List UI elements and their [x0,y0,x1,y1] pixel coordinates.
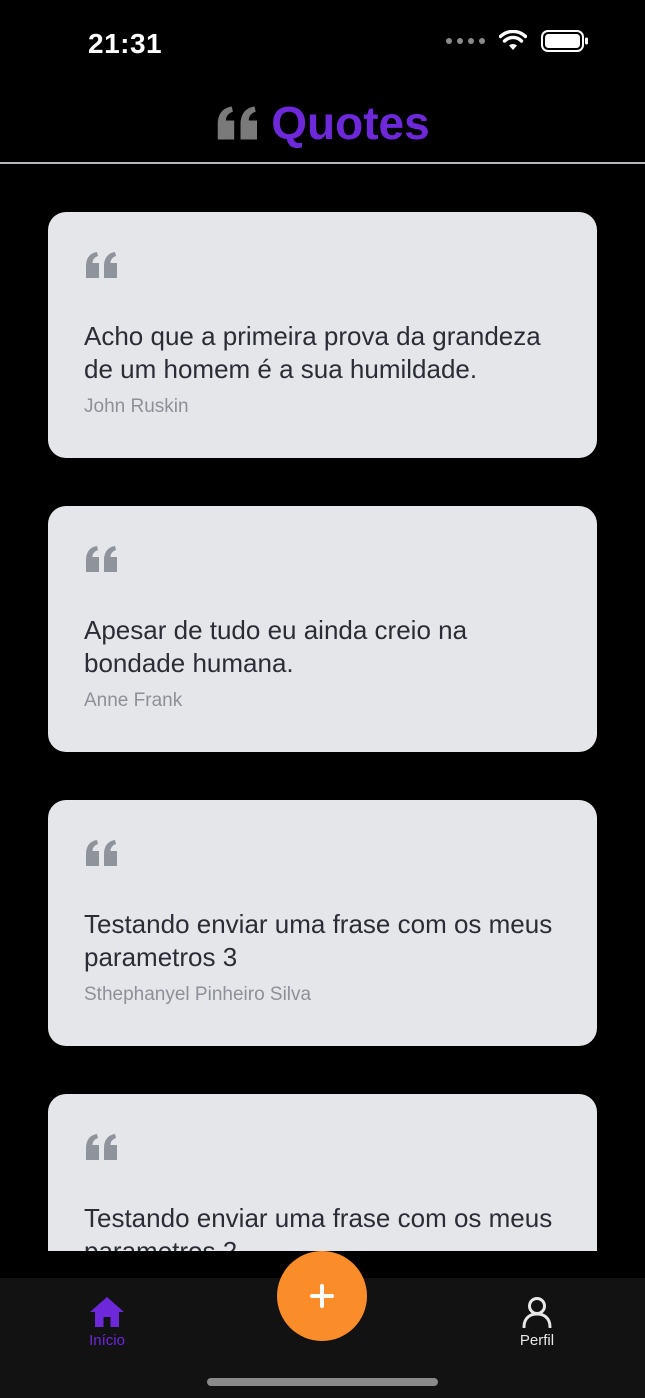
home-icon [90,1297,124,1327]
wifi-icon [499,30,527,50]
tab-profile-label: Perfil [519,1332,555,1349]
quote-left-icon [86,546,117,572]
quote-card[interactable]: Testando enviar uma frase com os meus pa… [48,1094,597,1251]
quote-left-icon [86,840,117,866]
cellular-signal-icon [446,38,485,44]
quote-text: Acho que a primeira prova da grandeza de… [84,321,541,384]
tab-home-label: Início [89,1332,125,1349]
quote-author: John Ruskin [84,396,189,417]
status-icons [446,30,589,52]
status-bar: 21:31 [0,0,645,88]
quote-left-icon [86,252,117,278]
quote-card[interactable]: Apesar de tudo eu ainda creio na bondade… [48,506,597,752]
app-screen: 21:31 Quotes Acho que a primeira prova d… [0,0,645,1398]
user-icon [522,1297,552,1328]
quote-feed[interactable]: Acho que a primeira prova da grandeza de… [0,164,645,1251]
page-title: Quotes [271,97,430,149]
status-time: 21:31 [88,28,163,59]
quote-card[interactable]: Testando enviar uma frase com os meus pa… [48,800,597,1046]
home-indicator[interactable] [207,1378,438,1386]
quote-text: Testando enviar uma frase com os meus pa… [84,909,553,972]
quote-left-icon [217,106,258,140]
tab-profile[interactable]: Perfil [487,1296,587,1349]
quote-text: Testando enviar uma frase com os meus pa… [84,1203,553,1251]
add-quote-button[interactable] [277,1251,367,1341]
battery-icon [541,30,588,52]
quote-card[interactable]: Acho que a primeira prova da grandeza de… [48,212,597,458]
app-header: Quotes [0,84,645,162]
plus-icon [310,1284,334,1308]
quote-text: Apesar de tudo eu ainda creio na bondade… [84,615,468,678]
tab-home[interactable]: Início [57,1296,157,1349]
quote-author: Anne Frank [84,690,183,711]
quote-left-icon [86,1134,117,1160]
quote-author: Sthephanyel Pinheiro Silva [84,984,312,1005]
